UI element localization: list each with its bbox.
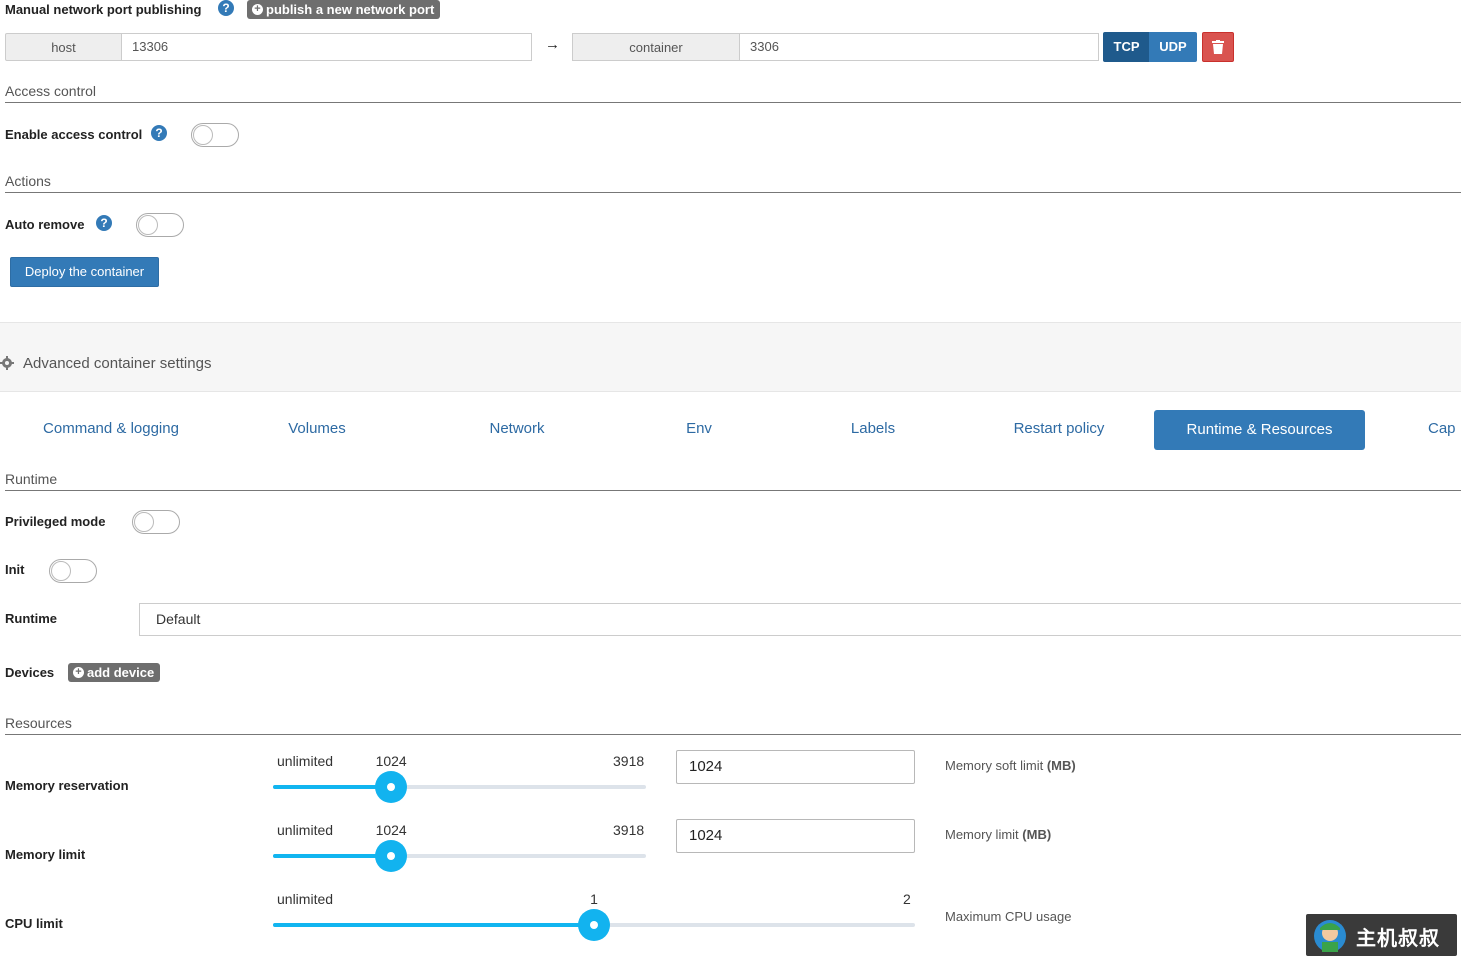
memory-reservation-slider-fill [273, 785, 392, 789]
slider-value-label: 1024 [375, 753, 407, 769]
advanced-settings-header: Advanced container settings [0, 322, 1461, 392]
cpu-limit-label: CPU limit [5, 916, 63, 931]
cpu-limit-slider-handle[interactable] [578, 909, 610, 941]
container-port-input[interactable]: 3306 [739, 33, 1099, 61]
toggle-knob [51, 561, 71, 581]
actions-divider [5, 192, 1461, 193]
watermark-text: 主机叔叔 [1356, 926, 1440, 950]
port-publishing-title: Manual network port publishing [5, 2, 202, 17]
memory-limit-slider-handle[interactable] [375, 840, 408, 872]
tab-env[interactable]: Env [674, 420, 724, 437]
publish-port-label: publish a new network port [266, 2, 435, 17]
auto-remove-toggle[interactable] [136, 213, 184, 237]
watermark-logo: 主机叔叔 [1306, 914, 1457, 956]
hint-unit: (MB) [1046, 758, 1076, 773]
access-control-divider [5, 102, 1461, 103]
slider-max-label: 3918 [613, 822, 645, 838]
gear-icon [0, 356, 14, 370]
cpu-limit-hint: Maximum CPU usage [945, 909, 1072, 924]
auto-remove-help-icon[interactable]: ? [96, 215, 112, 231]
hint-text: Memory limit [945, 827, 1023, 842]
privileged-mode-toggle[interactable] [132, 510, 180, 534]
tab-restart-policy[interactable]: Restart policy [1000, 420, 1118, 437]
tab-command-logging[interactable]: Command & logging [30, 420, 192, 437]
plus-circle-icon: + [252, 4, 263, 15]
resources-section-title: Resources [5, 715, 72, 731]
host-addon: host [5, 33, 122, 61]
init-toggle[interactable] [49, 559, 97, 583]
toggle-knob [193, 125, 213, 145]
access-control-help-icon[interactable]: ? [151, 125, 167, 141]
enable-access-control-label: Enable access control [5, 127, 143, 142]
plus-circle-icon: + [73, 667, 84, 678]
init-label: Init [5, 562, 25, 577]
tab-volumes[interactable]: Volumes [270, 420, 364, 437]
remove-port-button[interactable] [1202, 32, 1234, 62]
host-port-input[interactable]: 13306 [121, 33, 532, 61]
advanced-settings-title: Advanced container settings [23, 355, 212, 372]
memory-limit-hint: Memory limit (MB) [945, 827, 1051, 842]
runtime-label: Runtime [5, 611, 57, 626]
slider-min-label: unlimited [277, 891, 334, 907]
memory-limit-label: Memory limit [5, 847, 86, 862]
memory-reservation-input[interactable]: 1024 [676, 750, 915, 784]
hint-unit: (MB) [1022, 827, 1052, 842]
devices-label: Devices [5, 665, 55, 680]
arrow-right-icon: → [545, 36, 560, 53]
container-addon: container [572, 33, 740, 61]
memory-reservation-label: Memory reservation [5, 778, 129, 793]
memory-reservation-slider-handle[interactable] [375, 771, 408, 803]
add-device-label: add device [87, 665, 155, 680]
runtime-select[interactable]: Default [139, 603, 1461, 636]
slider-min-label: unlimited [277, 822, 334, 838]
hint-text: Memory soft limit [945, 758, 1047, 773]
deploy-container-button[interactable]: Deploy the container [10, 257, 159, 287]
cpu-limit-slider-fill [273, 923, 594, 927]
runtime-divider [5, 490, 1461, 491]
slider-max-label: 2 [903, 891, 911, 907]
toggle-knob [138, 215, 158, 235]
actions-section-title: Actions [5, 173, 51, 189]
udp-button[interactable]: UDP [1149, 32, 1197, 62]
tab-capabilities[interactable]: Cap [1428, 420, 1461, 437]
slider-value-label: 1024 [375, 822, 407, 838]
resources-divider [5, 734, 1461, 735]
memory-limit-input[interactable]: 1024 [676, 819, 915, 853]
access-control-toggle[interactable] [191, 123, 239, 147]
tab-labels[interactable]: Labels [838, 420, 908, 437]
memory-limit-slider-fill [273, 854, 392, 858]
memory-reservation-hint: Memory soft limit (MB) [945, 758, 1076, 773]
trash-icon [1212, 40, 1224, 54]
runtime-section-title: Runtime [5, 471, 58, 487]
privileged-mode-label: Privileged mode [5, 514, 106, 529]
publish-port-button[interactable]: + publish a new network port [247, 0, 441, 19]
tab-network[interactable]: Network [470, 420, 564, 437]
slider-value-label: 1 [590, 891, 598, 907]
auto-remove-label: Auto remove [5, 217, 85, 232]
access-control-section-title: Access control [5, 83, 97, 99]
slider-max-label: 3918 [613, 753, 645, 769]
slider-min-label: unlimited [277, 753, 334, 769]
add-device-button[interactable]: + add device [68, 663, 161, 682]
tcp-button[interactable]: TCP [1103, 32, 1150, 62]
port-publishing-help-icon[interactable]: ? [218, 0, 234, 16]
mascot-icon [1314, 920, 1346, 952]
tab-runtime-resources[interactable]: Runtime & Resources [1154, 410, 1365, 450]
toggle-knob [134, 512, 154, 532]
